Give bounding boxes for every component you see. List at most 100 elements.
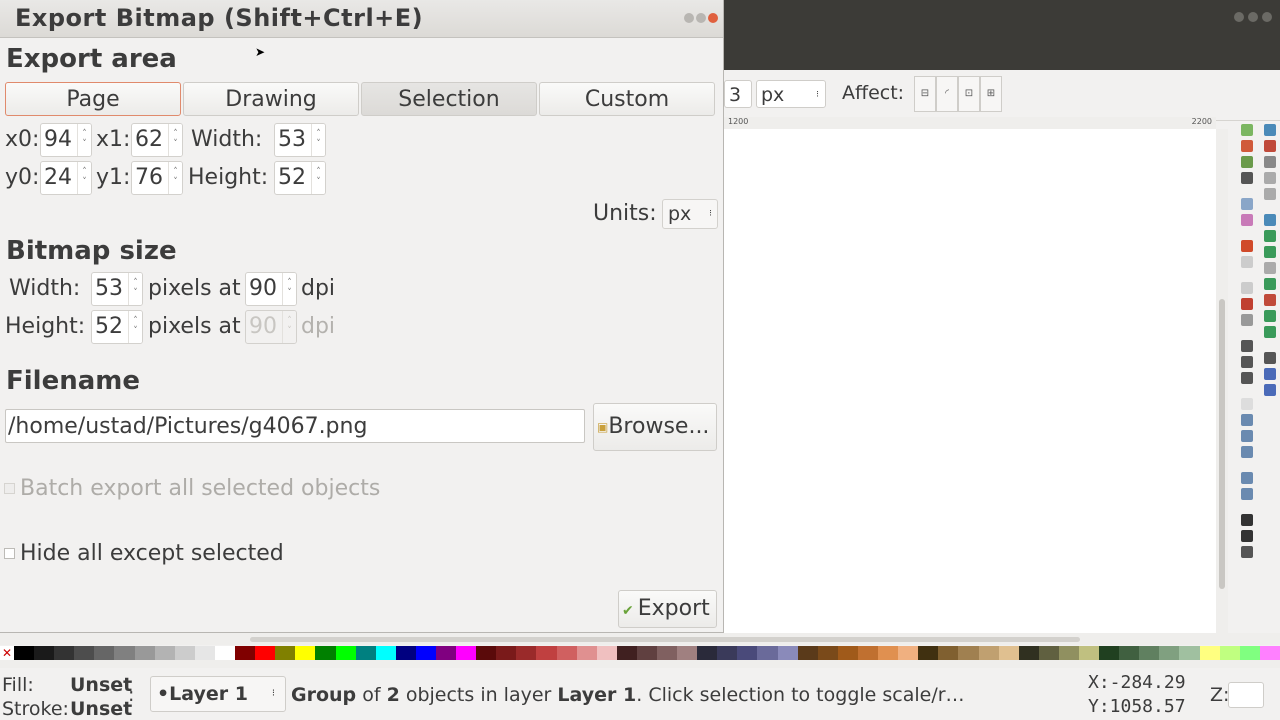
color-swatch[interactable]: [998, 646, 1019, 660]
save-icon[interactable]: [1241, 156, 1253, 168]
toolbar-h-spinbox[interactable]: 3: [724, 80, 752, 108]
color-swatch[interactable]: [14, 646, 35, 660]
color-swatch[interactable]: [435, 646, 457, 660]
color-swatch[interactable]: [315, 646, 336, 660]
spin-arrows-icon[interactable]: ˄ ˅: [128, 311, 142, 343]
zoom-selection-icon[interactable]: [1241, 340, 1253, 352]
color-swatch[interactable]: [596, 646, 617, 660]
color-swatch[interactable]: [1058, 646, 1079, 660]
duplicate-icon[interactable]: [1241, 398, 1253, 410]
ungroup-icon[interactable]: [1241, 472, 1253, 484]
snap-nodes-icon[interactable]: [1263, 214, 1276, 226]
color-swatch[interactable]: [214, 646, 236, 660]
color-swatch[interactable]: [476, 646, 497, 660]
spin-arrows-icon[interactable]: ˄ ˅: [77, 162, 91, 194]
color-swatch[interactable]: [1038, 646, 1059, 660]
move-gradients-toggle[interactable]: ⊡: [958, 76, 980, 112]
spin-arrows-icon[interactable]: ˄ ˅: [168, 162, 182, 194]
units-select[interactable]: px ⁝: [662, 199, 718, 229]
window-controls[interactable]: [1234, 12, 1272, 22]
color-swatch[interactable]: [777, 646, 798, 660]
hide-all-checkbox[interactable]: [4, 548, 15, 559]
color-swatch[interactable]: [74, 646, 95, 660]
open-icon[interactable]: [1241, 140, 1253, 152]
color-swatch[interactable]: [174, 646, 195, 660]
snap-grid-icon[interactable]: [1263, 368, 1276, 380]
stroke-value[interactable]: Unset: [70, 698, 132, 720]
close-icon[interactable]: [708, 13, 718, 23]
color-swatch[interactable]: [1159, 646, 1180, 660]
color-swatch[interactable]: [878, 646, 899, 660]
zoom-page-icon[interactable]: [1241, 372, 1253, 384]
color-swatch[interactable]: [496, 646, 517, 660]
color-swatch[interactable]: [1259, 646, 1280, 660]
color-swatch[interactable]: [938, 646, 959, 660]
color-swatch[interactable]: [1179, 646, 1200, 660]
x0-spinbox[interactable]: 94 ˄ ˅: [40, 123, 92, 157]
color-swatch[interactable]: [134, 646, 155, 660]
color-swatch[interactable]: [1239, 646, 1260, 660]
color-swatch[interactable]: [194, 646, 215, 660]
color-swatch[interactable]: [54, 646, 75, 660]
cut-icon[interactable]: [1241, 298, 1253, 310]
color-swatch[interactable]: [456, 646, 477, 660]
snap-intersection-icon[interactable]: [1263, 246, 1276, 258]
color-swatch[interactable]: [717, 646, 738, 660]
snap-bbox-corner-icon[interactable]: [1263, 172, 1276, 184]
spin-arrows-icon[interactable]: ˄ ˅: [282, 273, 296, 305]
snap-rotation-center-icon[interactable]: [1263, 310, 1276, 322]
tab-drawing[interactable]: Drawing: [183, 82, 359, 116]
export-button[interactable]: ✔ Export: [618, 590, 717, 628]
snap-bbox-midpoint-icon[interactable]: [1263, 188, 1276, 200]
color-swatch[interactable]: [335, 646, 356, 660]
color-swatch[interactable]: [737, 646, 758, 660]
color-swatch[interactable]: [94, 646, 115, 660]
color-swatch[interactable]: [536, 646, 557, 660]
area-width-spinbox[interactable]: 53 ˄ ˅: [274, 123, 326, 157]
color-swatch[interactable]: [817, 646, 838, 660]
tab-custom[interactable]: Custom: [539, 82, 715, 116]
y1-spinbox[interactable]: 76 ˄ ˅: [131, 161, 183, 195]
color-swatch[interactable]: [1219, 646, 1240, 660]
color-swatch[interactable]: [275, 646, 296, 660]
color-swatch[interactable]: [797, 646, 818, 660]
area-height-spinbox[interactable]: 52 ˄ ˅: [274, 161, 326, 195]
copy-icon[interactable]: [1241, 282, 1253, 294]
filename-input[interactable]: /home/ustad/Pictures/g4067.png: [5, 409, 585, 443]
vertical-scrollbar[interactable]: [1216, 129, 1228, 633]
browse-button[interactable]: ▣Browse...: [593, 403, 717, 451]
print-icon[interactable]: [1241, 172, 1253, 184]
color-swatch[interactable]: [958, 646, 979, 660]
color-swatch[interactable]: [114, 646, 135, 660]
unlink-clone-icon[interactable]: [1241, 430, 1253, 442]
redo-icon[interactable]: [1241, 256, 1253, 268]
snap-bbox-icon[interactable]: [1263, 140, 1276, 152]
snap-center-icon[interactable]: [1263, 294, 1276, 306]
new-document-icon[interactable]: [1241, 124, 1253, 136]
fill-value[interactable]: Unset: [70, 674, 132, 696]
x1-spinbox[interactable]: 62 ˄ ˅: [131, 123, 183, 157]
color-swatch[interactable]: [295, 646, 316, 660]
minimize-icon[interactable]: [684, 13, 694, 23]
color-swatch[interactable]: [1199, 646, 1220, 660]
spin-arrows-icon[interactable]: ˄ ˅: [311, 124, 325, 156]
color-swatch[interactable]: [415, 646, 436, 660]
horizontal-scrollbar[interactable]: [0, 633, 1280, 645]
spin-arrows-icon[interactable]: ˄ ˅: [168, 124, 182, 156]
color-swatch[interactable]: [1119, 646, 1140, 660]
color-palette[interactable]: ✕: [0, 646, 1280, 660]
snap-enable-icon[interactable]: [1263, 124, 1276, 136]
color-swatch[interactable]: [677, 646, 698, 660]
bitmap-height-spinbox[interactable]: 52 ˄ ˅: [91, 310, 143, 344]
paste-icon[interactable]: [1241, 314, 1253, 326]
snap-bbox-edge-icon[interactable]: [1263, 156, 1276, 168]
layers-icon[interactable]: [1241, 546, 1253, 558]
text-tool-icon[interactable]: [1241, 530, 1253, 542]
undo-icon[interactable]: [1241, 240, 1253, 252]
clone-icon[interactable]: [1241, 414, 1253, 426]
no-paint-swatch[interactable]: ✕: [0, 646, 14, 660]
color-swatch[interactable]: [154, 646, 175, 660]
spin-arrows-icon[interactable]: ˄ ˅: [311, 162, 325, 194]
tab-page[interactable]: Page: [5, 82, 181, 116]
hide-all-row[interactable]: Hide all except selected: [4, 541, 284, 566]
